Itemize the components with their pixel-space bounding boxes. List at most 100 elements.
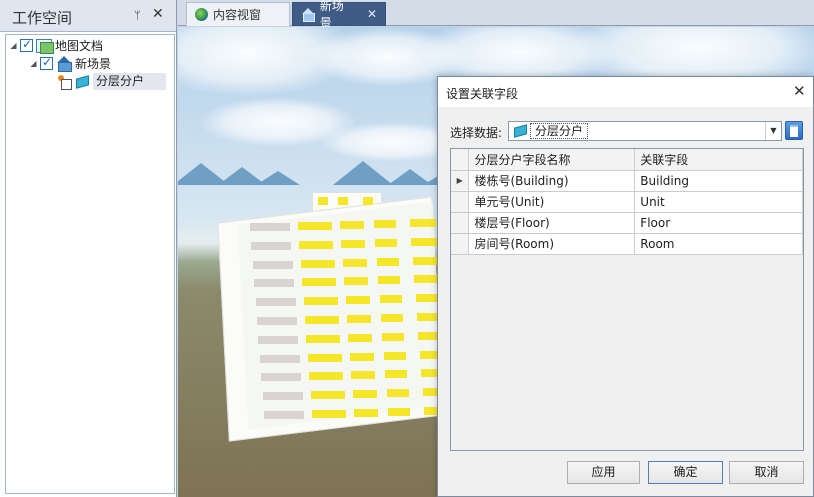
building-window xyxy=(303,297,338,306)
layer-icon xyxy=(75,76,89,88)
building-window xyxy=(305,316,339,324)
building-window xyxy=(352,390,377,399)
select-data-label: 选择数据: xyxy=(450,126,503,140)
building-window xyxy=(342,258,367,267)
building-window xyxy=(298,222,332,230)
grid-header: 分层分户字段名称 关联字段 xyxy=(451,149,803,171)
building-window xyxy=(259,354,300,363)
apply-button[interactable]: 应用 xyxy=(567,461,640,484)
building-window xyxy=(302,278,337,287)
building-window xyxy=(381,314,403,322)
expand-icon[interactable]: ◢ xyxy=(9,41,18,50)
building-window xyxy=(363,197,373,205)
building-window xyxy=(388,408,410,416)
dialog-title: 设置关联字段 xyxy=(446,87,519,101)
chevron-down-icon[interactable]: ▼ xyxy=(765,122,781,140)
table-row[interactable]: 房间号(Room) Room xyxy=(451,233,803,255)
workspace-panel: 工作空间 ᛘ ✕ ◢ 地图文档 ◢ 新场景 分层分户 xyxy=(0,0,177,497)
building-window xyxy=(251,241,292,250)
building-window xyxy=(374,220,396,228)
building-window xyxy=(379,295,402,304)
column-header[interactable]: 分层分户字段名称 xyxy=(468,149,636,171)
row-header-corner xyxy=(451,149,470,171)
current-row-icon: ▶ xyxy=(451,170,470,192)
building-window xyxy=(347,315,371,323)
building-window xyxy=(345,296,370,305)
field-name-cell[interactable]: 单元号(Unit) xyxy=(468,191,636,213)
building-window xyxy=(348,333,373,342)
building-window xyxy=(264,411,304,419)
building-window xyxy=(340,221,364,229)
field-name-cell[interactable]: 楼栋号(Building) xyxy=(468,170,636,192)
building-window xyxy=(386,389,409,398)
building-window xyxy=(376,257,399,266)
dialog-titlebar: 设置关联字段 ✕ xyxy=(438,77,813,107)
field-grid: 分层分户字段名称 关联字段 ▶ 楼栋号(Building) Building 单… xyxy=(450,148,804,451)
scene-icon xyxy=(301,8,315,22)
column-header[interactable]: 关联字段 xyxy=(634,149,803,171)
tree-label-selected: 分层分户 xyxy=(93,73,167,90)
building-window xyxy=(257,317,297,325)
data-select[interactable]: 分层分户 ▼ xyxy=(508,121,782,141)
building-window xyxy=(307,353,342,362)
browse-data-button[interactable] xyxy=(785,121,803,140)
tree-node-map-docs[interactable]: ◢ 地图文档 xyxy=(9,37,103,54)
building-window xyxy=(354,409,378,417)
table-row[interactable]: 单元号(Unit) Unit xyxy=(451,191,803,213)
building-window xyxy=(351,371,376,380)
link-field-cell[interactable]: Building xyxy=(634,170,803,192)
field-name-cell[interactable]: 楼层号(Floor) xyxy=(468,212,636,234)
tab-label: 内容视窗 xyxy=(213,8,262,22)
building-window xyxy=(383,351,406,360)
close-tab-icon[interactable]: ✕ xyxy=(367,7,377,21)
table-row[interactable]: ▶ 楼栋号(Building) Building xyxy=(451,170,803,192)
tree-node-scene[interactable]: ◢ 新场景 xyxy=(29,55,111,72)
building-window xyxy=(341,239,366,248)
table-row[interactable]: 楼层号(Floor) Floor xyxy=(451,212,803,234)
link-field-cell[interactable]: Room xyxy=(634,233,803,255)
building-window xyxy=(258,335,299,344)
map-docs-icon xyxy=(36,38,54,54)
building-window xyxy=(310,391,345,400)
building-window xyxy=(252,260,293,269)
building-window xyxy=(254,279,295,288)
close-icon[interactable]: ✕ xyxy=(152,6,164,22)
building-window xyxy=(382,332,405,341)
tree-label: 新场景 xyxy=(75,57,112,71)
link-field-dialog: 设置关联字段 ✕ 选择数据: 分层分户 ▼ 分层分户字段名称 关联字段 ▶ 楼栋… xyxy=(437,76,814,497)
pin-icon[interactable]: ᛘ xyxy=(134,9,141,22)
workspace-title: 工作空间 xyxy=(12,9,73,27)
selected-data: 分层分户 xyxy=(530,123,589,139)
building-window xyxy=(262,392,303,401)
building-window xyxy=(255,298,296,307)
tab-new-scene[interactable]: 新场景 ✕ xyxy=(292,0,386,30)
link-field-cell[interactable]: Floor xyxy=(634,212,803,234)
close-icon[interactable]: ✕ xyxy=(793,82,806,100)
cancel-button[interactable]: 取消 xyxy=(729,461,804,484)
expand-icon[interactable]: ◢ xyxy=(29,59,38,68)
workspace-tree: ◢ 地图文档 ◢ 新场景 分层分户 xyxy=(5,34,175,494)
building-window xyxy=(309,372,344,381)
layer-icon xyxy=(513,125,527,137)
building-window xyxy=(261,373,302,382)
link-field-cell[interactable]: Unit xyxy=(634,191,803,213)
building-window xyxy=(306,334,341,343)
building-window xyxy=(344,277,369,286)
checkbox[interactable] xyxy=(40,55,53,70)
workspace-header: 工作空间 ᛘ ✕ xyxy=(0,0,176,32)
building-window xyxy=(299,240,334,249)
building-window xyxy=(385,370,408,379)
building-window xyxy=(300,259,335,268)
field-name-cell[interactable]: 房间号(Room) xyxy=(468,233,636,255)
edit-layer-icon[interactable] xyxy=(58,74,72,90)
checkbox[interactable] xyxy=(20,37,33,52)
building-window xyxy=(338,197,348,205)
ok-button[interactable]: 确定 xyxy=(648,461,723,484)
tab-content-view[interactable]: 内容视窗 xyxy=(186,2,290,26)
building-window xyxy=(250,223,290,231)
tree-node-layer[interactable]: 分层分户 xyxy=(58,73,167,90)
building-window xyxy=(411,237,438,246)
building-window xyxy=(410,219,436,227)
tab-strip: 内容视窗 新场景 ✕ xyxy=(178,0,814,30)
building-window xyxy=(312,410,346,418)
